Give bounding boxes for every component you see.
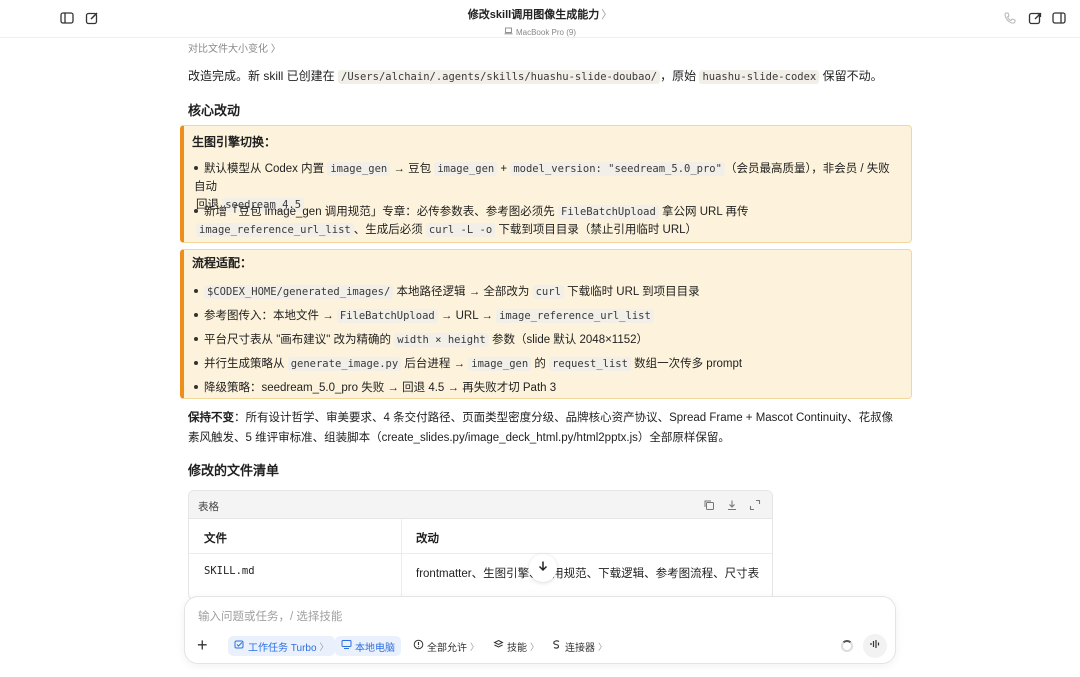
bullet-icon	[194, 208, 198, 213]
callout-engine-switch: 生图引擎切换： 默认模型从 Codex 内置 image_gen → 豆包 im…	[180, 125, 912, 243]
bullet-icon	[194, 336, 198, 341]
table-label: 表格	[198, 501, 219, 513]
files-table: 表格 文件 改动 SKILL.md frontmatter、生图引擎、调用规范、…	[188, 490, 773, 600]
layers-icon	[493, 639, 504, 653]
task-mode-chip[interactable]: 工作任务 Turbo 〉	[228, 636, 335, 656]
bullet-icon	[194, 360, 198, 365]
column-header: 改动	[416, 533, 439, 545]
inline-code: /Users/alchain/.agents/skills/huashu-sli…	[338, 70, 661, 84]
bullet-icon	[194, 312, 198, 317]
scroll-to-bottom-button[interactable]	[529, 554, 557, 582]
callout-flow-adapt: 流程适配： $CODEX_HOME/generated_images/ 本地路径…	[180, 249, 912, 399]
arrow-down-icon	[537, 559, 549, 577]
title-bar: 修改skill调用图像生成能力〉 MacBook Pro (9)	[0, 0, 1080, 38]
inline-code: huashu-slide-codex	[699, 70, 820, 84]
bullet-icon	[194, 165, 198, 170]
table-cell: SKILL.md	[204, 565, 255, 577]
list-item: 并行生成策略从 generate_image.py 后台进程 → image_g…	[194, 355, 742, 373]
panel-toggle-icon[interactable]	[1052, 11, 1068, 27]
expand-icon[interactable]	[749, 498, 762, 511]
list-item: 平台尺寸表从 "画布建议" 改为精确的 width × height 参数（sl…	[194, 331, 648, 349]
waveform-icon	[869, 637, 881, 655]
phone-icon[interactable]	[1003, 11, 1019, 27]
list-item: 新增「豆包 image_gen 调用规范」专章：必传参数表、参考图必须先 Fil…	[194, 203, 894, 239]
monitor-icon	[341, 639, 352, 653]
list-item: $CODEX_HOME/generated_images/ 本地路径逻辑 → 全…	[194, 283, 700, 301]
permission-chip[interactable]: 全部允许〉	[407, 636, 485, 656]
share-icon[interactable]	[1028, 11, 1044, 27]
callout-title: 流程适配：	[192, 256, 253, 270]
skills-chip[interactable]: 技能〉	[487, 636, 545, 656]
laptop-icon	[504, 27, 513, 37]
local-computer-chip[interactable]: 本地电脑	[335, 636, 401, 656]
table-toolbar: 表格	[189, 491, 772, 519]
section-heading-core: 核心改动	[188, 103, 241, 118]
voice-input-button[interactable]	[863, 634, 887, 658]
list-item: 降级策略：seedream_5.0_pro 失败 → 回退 4.5 → 再失败才…	[194, 379, 556, 397]
window-title[interactable]: 修改skill调用图像生成能力〉	[0, 6, 1080, 22]
info-icon	[413, 639, 424, 653]
download-icon[interactable]	[726, 498, 739, 511]
callout-title: 生图引擎切换：	[192, 135, 277, 149]
loading-spinner-icon	[841, 640, 853, 652]
keep-unchanged-paragraph: 保持不变：所有设计哲学、审美要求、4 条交付路径、页面类型密度分级、品牌核心资产…	[188, 412, 894, 444]
table-header-row: 文件 改动	[189, 519, 772, 554]
summary-paragraph: 改造完成。新 skill 已创建在 /Users/alchain/.agents…	[188, 69, 883, 84]
message-composer: 输入问题或任务，/ 选择技能 + 工作任务 Turbo 〉 本地电脑 全部允许〉 …	[184, 596, 896, 664]
connector-icon	[551, 639, 562, 653]
message-input[interactable]: 输入问题或任务，/ 选择技能	[198, 608, 342, 624]
table-cell: frontmatter、生图引擎、调用规范、下载逻辑、参考图流程、尺寸表	[416, 568, 760, 580]
add-attachment-button[interactable]: +	[197, 636, 208, 654]
task-icon	[234, 639, 245, 653]
compare-file-size-link[interactable]: 对比文件大小变化 〉	[188, 40, 281, 55]
copy-icon[interactable]	[703, 498, 716, 511]
section-heading-files: 修改的文件清单	[188, 463, 280, 478]
window-title-group: 修改skill调用图像生成能力〉 MacBook Pro (9)	[0, 6, 1080, 40]
list-item: 参考图传入：本地文件 → FileBatchUpload → URL → ima…	[194, 307, 654, 325]
bullet-icon	[194, 384, 198, 389]
column-header: 文件	[204, 533, 227, 545]
table-row: SKILL.md frontmatter、生图引擎、调用规范、下载逻辑、参考图流…	[189, 554, 772, 599]
connector-chip[interactable]: 连接器〉	[545, 636, 613, 656]
bullet-icon	[194, 288, 198, 293]
device-label: MacBook Pro (9)	[504, 27, 576, 37]
